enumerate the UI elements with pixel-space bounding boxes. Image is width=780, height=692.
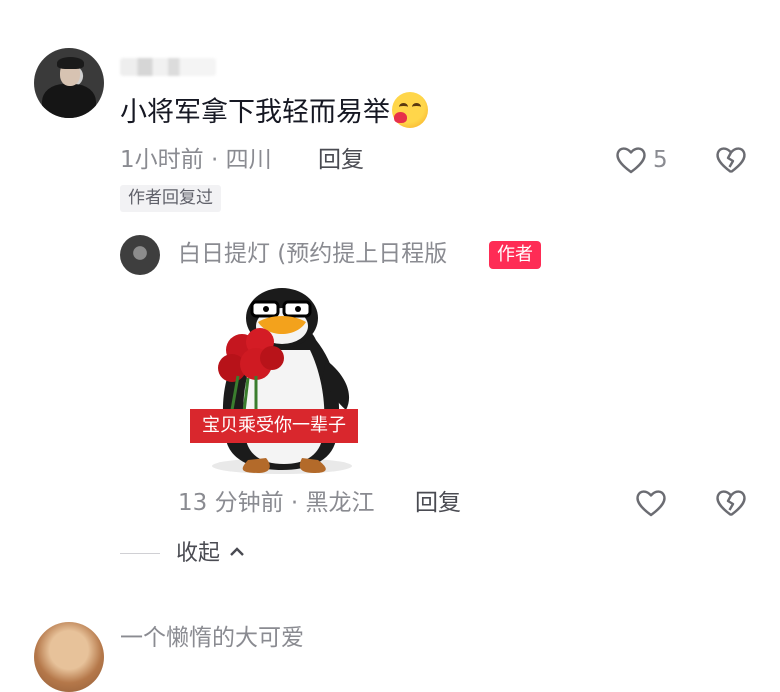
next-comment-username[interactable]: 一个懒惰的大可爱 bbox=[120, 622, 304, 654]
comment-reply-button[interactable]: 回复 bbox=[318, 145, 364, 175]
blurred-username[interactable] bbox=[120, 58, 216, 76]
avatar-hair bbox=[57, 57, 84, 69]
penguin-sticker-image[interactable] bbox=[186, 280, 376, 480]
collapse-replies-button[interactable]: 收起 bbox=[176, 539, 245, 569]
sticker-caption: 宝贝乘受你一辈子 bbox=[190, 409, 358, 443]
collapse-divider bbox=[120, 553, 160, 554]
commenter-avatar[interactable] bbox=[34, 48, 104, 118]
reply-username[interactable]: 白日提灯 (预约提上日程版 bbox=[178, 238, 447, 270]
comment-text: 小将军拿下我轻而易举 bbox=[120, 92, 428, 133]
reply-time-location: 13 分钟前 · 黑龙江 bbox=[178, 490, 375, 516]
avatar-figure bbox=[42, 84, 96, 118]
kissing-heart-emoji-icon bbox=[392, 92, 428, 128]
reply-reply-button[interactable]: 回复 bbox=[415, 488, 461, 518]
comment-time-location: 1小时前 · 四川 bbox=[120, 147, 272, 173]
reply-avatar[interactable] bbox=[120, 235, 160, 275]
author-badge: 作者 bbox=[489, 241, 541, 269]
comment-body: 小将军拿下我轻而易举 bbox=[120, 97, 390, 128]
author-replied-tag: 作者回复过 bbox=[120, 185, 221, 212]
reply-like-heart-icon[interactable] bbox=[634, 486, 668, 520]
reply-dislike-broken-heart-icon[interactable] bbox=[714, 486, 748, 520]
collapse-label: 收起 bbox=[176, 541, 221, 566]
like-heart-icon[interactable] bbox=[614, 143, 648, 177]
next-commenter-avatar[interactable] bbox=[34, 622, 104, 692]
dislike-broken-heart-icon[interactable] bbox=[714, 143, 748, 177]
like-count: 5 bbox=[653, 147, 668, 173]
chevron-up-icon bbox=[230, 547, 244, 556]
